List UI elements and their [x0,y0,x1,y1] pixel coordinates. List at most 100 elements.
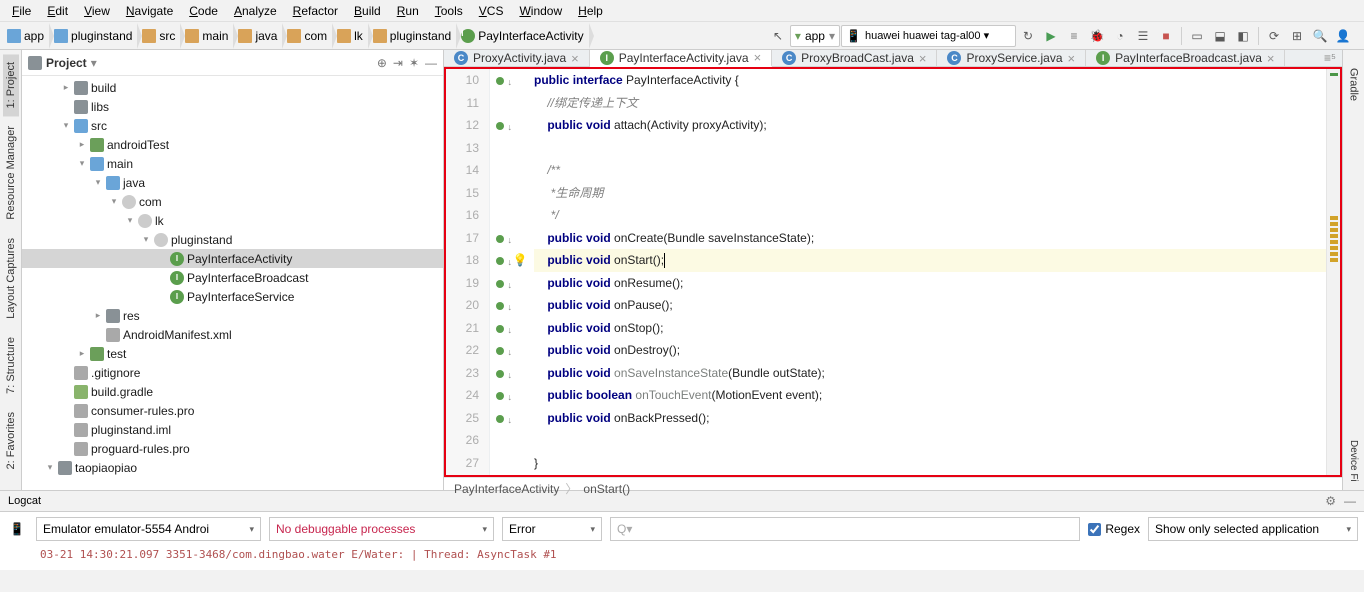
crumb-java[interactable]: java [233,27,282,45]
run-config-dropdown[interactable]: ▾app▾ [790,25,840,47]
apply-changes-icon[interactable]: ≡ [1063,25,1085,47]
rail-7-structure[interactable]: 7: Structure [3,329,19,402]
crumb-app[interactable]: app [2,27,49,45]
tree-item-pluginstand[interactable]: ▾pluginstand [22,230,443,249]
close-tab-icon[interactable]: × [754,50,762,65]
rail-1-project[interactable]: 1: Project [3,54,19,116]
structure-icon[interactable]: ⊞ [1286,25,1308,47]
device-explorer-tab[interactable]: Device Fi [1346,432,1361,490]
code-line-15[interactable]: *生命周期 [534,182,1326,205]
tab-proxyactivity[interactable]: CProxyActivity.java× [444,50,590,66]
menu-vcs[interactable]: VCS [473,2,510,20]
tab-payinterfacebroadcast[interactable]: IPayInterfaceBroadcast.java× [1086,50,1285,66]
settings-icon[interactable]: ✶ [409,56,419,70]
close-tab-icon[interactable]: × [1267,51,1275,66]
menu-code[interactable]: Code [183,2,224,20]
code-line-16[interactable]: */ [534,204,1326,227]
code-line-18[interactable]: public void onStart(); [534,249,1326,272]
code-line-24[interactable]: public boolean onTouchEvent(MotionEvent … [534,384,1326,407]
tree-item-payinterfacebroadcast[interactable]: IPayInterfaceBroadcast [22,268,443,287]
back-nav-icon[interactable]: ↖ [767,25,789,47]
menu-refactor[interactable]: Refactor [287,2,344,20]
project-tree[interactable]: ▸buildlibs▾src▸androidTest▾main▾java▾com… [22,76,443,490]
attach-debugger-icon[interactable]: ☰ [1132,25,1154,47]
tree-item-androidtest[interactable]: ▸androidTest [22,135,443,154]
tree-item-payinterfaceservice[interactable]: IPayInterfaceService [22,287,443,306]
menu-build[interactable]: Build [348,2,387,20]
menu-file[interactable]: File [6,2,37,20]
gradle-tab[interactable]: Gradle [1346,60,1362,109]
tree-item-consumer-rules-pro[interactable]: consumer-rules.pro [22,401,443,420]
breadcrumb-method[interactable]: onStart() [583,482,630,496]
device-dropdown[interactable]: 📱huawei huawei tag-al00 ▾ [841,25,1016,47]
tab-payinterfaceactivity[interactable]: IPayInterfaceActivity.java× [590,50,772,67]
collapse-icon[interactable]: ⇥ [393,56,403,70]
code-line-10[interactable]: public interface PayInterfaceActivity { [534,69,1326,92]
tree-item-androidmanifest-xml[interactable]: AndroidManifest.xml [22,325,443,344]
sdk-icon[interactable]: ⬓ [1209,25,1231,47]
regex-checkbox[interactable]: Regex [1088,522,1140,536]
gear-icon[interactable]: ⚙ [1325,494,1336,508]
tab-proxybroadcast[interactable]: CProxyBroadCast.java× [772,50,937,66]
device-icon[interactable]: 📱 [6,518,28,540]
avd-icon[interactable]: ▭ [1186,25,1208,47]
crumb-src[interactable]: src [137,27,180,45]
code-line-22[interactable]: public void onDestroy(); [534,339,1326,362]
logcat-title[interactable]: Logcat [8,495,41,507]
tree-item-taopiaopiao[interactable]: ▾taopiaopiao [22,458,443,477]
hide-icon[interactable]: — [425,56,437,70]
tree-item-lk[interactable]: ▾lk [22,211,443,230]
crumb-pluginstand[interactable]: pluginstand [368,27,456,45]
tree-item-com[interactable]: ▾com [22,192,443,211]
search-icon[interactable]: 🔍 [1309,25,1331,47]
tree-item-res[interactable]: ▸res [22,306,443,325]
run-icon[interactable]: ▶ [1040,25,1062,47]
close-tab-icon[interactable]: × [919,51,927,66]
project-view-dropdown-icon[interactable]: ▾ [91,56,97,70]
breadcrumb-class[interactable]: PayInterfaceActivity [454,482,559,496]
tabs-list-icon[interactable]: ≡⁵ [1324,51,1336,65]
tree-item--gitignore[interactable]: .gitignore [22,363,443,382]
menu-edit[interactable]: Edit [41,2,74,20]
code-line-20[interactable]: public void onPause(); [534,294,1326,317]
rail-resource-manager[interactable]: Resource Manager [3,118,19,228]
tree-item-src[interactable]: ▾src [22,116,443,135]
menu-run[interactable]: Run [391,2,425,20]
crumb-lk[interactable]: lk [332,27,368,45]
tree-item-java[interactable]: ▾java [22,173,443,192]
code-editor[interactable]: 101112131415161718192021222324252627 💡 p… [444,67,1342,477]
code-line-12[interactable]: public void attach(Activity proxyActivit… [534,114,1326,137]
layout-inspector-icon[interactable]: ◧ [1232,25,1254,47]
target-icon[interactable]: ⊕ [377,56,387,70]
logcat-search-input[interactable]: Q▾ [610,517,1080,541]
code-line-14[interactable]: /** [534,159,1326,182]
crumb-pluginstand[interactable]: pluginstand [49,27,137,45]
code-content[interactable]: public interface PayInterfaceActivity { … [530,69,1326,475]
user-icon[interactable]: 👤 [1332,25,1354,47]
logcat-device-dropdown[interactable]: Emulator emulator-5554 Androi▾ [36,517,261,541]
debug-icon[interactable]: 🐞 [1086,25,1108,47]
menu-analyze[interactable]: Analyze [228,2,283,20]
code-line-11[interactable]: //绑定传递上下文 [534,92,1326,115]
tree-item-proguard-rules-pro[interactable]: proguard-rules.pro [22,439,443,458]
menu-window[interactable]: Window [513,2,568,20]
menu-navigate[interactable]: Navigate [120,2,179,20]
crumb-main[interactable]: main [180,27,233,45]
close-tab-icon[interactable]: × [1068,51,1076,66]
logcat-output[interactable]: 03-21 14:30:21.097 3351-3468/com.dingbao… [0,546,1364,570]
tree-item-pluginstand-iml[interactable]: pluginstand.iml [22,420,443,439]
crumb-payinterfaceactivity[interactable]: IPayInterfaceActivity [456,27,588,45]
logcat-filter-dropdown[interactable]: Show only selected application▾ [1148,517,1358,541]
rail-layout-captures[interactable]: Layout Captures [3,230,19,327]
tree-item-build-gradle[interactable]: build.gradle [22,382,443,401]
code-line-27[interactable]: } [534,452,1326,475]
logcat-level-dropdown[interactable]: Error▾ [502,517,602,541]
code-line-21[interactable]: public void onStop(); [534,317,1326,340]
crumb-com[interactable]: com [282,27,332,45]
tree-item-build[interactable]: ▸build [22,78,443,97]
tree-item-test[interactable]: ▸test [22,344,443,363]
code-line-19[interactable]: public void onResume(); [534,272,1326,295]
menu-tools[interactable]: Tools [429,2,469,20]
tree-item-payinterfaceactivity[interactable]: IPayInterfaceActivity [22,249,443,268]
code-line-23[interactable]: public void onSaveInstanceState(Bundle o… [534,362,1326,385]
